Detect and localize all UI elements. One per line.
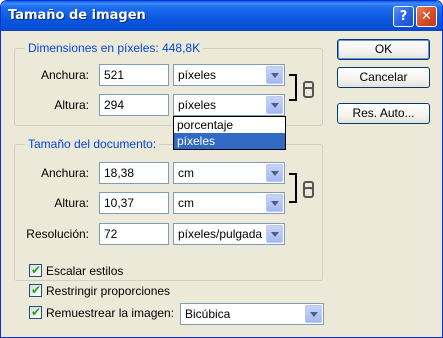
pixel-dimensions-legend: Dimensiones en píxeles: 448,8K xyxy=(25,41,204,55)
scale-styles-label: Escalar estilos xyxy=(46,264,124,278)
doc-height-label: Altura: xyxy=(54,196,89,210)
resample-checkbox[interactable]: ✔ Remuestrear la imagen: xyxy=(29,305,179,321)
pixel-height-unit-select[interactable]: píxeles xyxy=(173,94,285,116)
pixel-height-label: Altura: xyxy=(54,98,89,112)
checkmark-icon: ✔ xyxy=(31,283,42,297)
resample-method-select[interactable]: Bicúbica xyxy=(180,303,324,325)
doc-link-bracket xyxy=(289,173,297,203)
checkbox-box[interactable]: ✔ xyxy=(29,263,42,277)
pixel-width-label: Anchura: xyxy=(40,68,89,82)
checkmark-icon: ✔ xyxy=(31,263,42,277)
doc-width-label: Anchura: xyxy=(40,166,89,180)
chevron-down-icon[interactable] xyxy=(266,164,283,182)
pixel-link-bracket xyxy=(289,74,297,101)
checkbox-box[interactable]: ✔ xyxy=(29,283,42,297)
resolution-input[interactable]: 72 xyxy=(99,223,169,245)
resolution-label: Resolución: xyxy=(26,227,89,241)
doc-height-input[interactable]: 10,37 xyxy=(99,192,169,214)
chain-link-icon xyxy=(303,181,314,198)
doc-height-unit-value: cm xyxy=(178,196,194,210)
unit-dropdown-list[interactable]: porcentaje píxeles xyxy=(173,116,286,150)
pixel-height-input[interactable]: 294 xyxy=(99,94,169,116)
chevron-down-icon[interactable] xyxy=(305,305,322,323)
resample-label: Remuestrear la imagen: xyxy=(46,306,175,320)
chevron-down-icon[interactable] xyxy=(266,96,283,114)
close-button[interactable]: ✕ xyxy=(416,6,437,27)
doc-height-unit-select[interactable]: cm xyxy=(173,192,285,214)
chevron-down-icon[interactable] xyxy=(266,194,283,212)
doc-width-unit-value: cm xyxy=(178,166,194,180)
chevron-down-icon[interactable] xyxy=(266,225,283,243)
pixel-height-unit-value: píxeles xyxy=(178,98,217,112)
title-bar[interactable]: Tamaño de imagen ? ✕ xyxy=(1,1,442,31)
chain-link-icon xyxy=(303,81,314,98)
close-icon: ✕ xyxy=(421,9,432,24)
document-size-legend: Tamaño del documento: xyxy=(25,137,160,151)
dropdown-option-percent[interactable]: porcentaje xyxy=(174,117,285,133)
pixel-width-input[interactable]: 521 xyxy=(99,64,169,86)
resolution-unit-select[interactable]: píxeles/pulgada xyxy=(173,223,285,245)
dialog-title: Tamaño de imagen xyxy=(8,8,146,23)
doc-width-unit-select[interactable]: cm xyxy=(173,162,285,184)
auto-resolution-button[interactable]: Res. Auto... xyxy=(337,103,430,124)
constrain-proportions-label: Restringir proporciones xyxy=(46,284,171,298)
image-size-dialog: Tamaño de imagen ? ✕ Dimensiones en píxe… xyxy=(0,0,443,338)
resolution-unit-value: píxeles/pulgada xyxy=(178,227,263,241)
resample-method-value: Bicúbica xyxy=(185,307,231,321)
pixel-width-unit-value: píxeles xyxy=(178,68,217,82)
constrain-proportions-checkbox[interactable]: ✔ Restringir proporciones xyxy=(29,283,199,299)
scale-styles-checkbox[interactable]: ✔ Escalar estilos xyxy=(29,263,179,279)
cancel-button[interactable]: Cancelar xyxy=(337,67,430,88)
checkbox-box[interactable]: ✔ xyxy=(29,305,42,319)
chevron-down-icon[interactable] xyxy=(266,66,283,84)
checkmark-icon: ✔ xyxy=(31,305,42,319)
dropdown-option-pixels[interactable]: píxeles xyxy=(174,133,285,149)
doc-width-input[interactable]: 18,38 xyxy=(99,162,169,184)
help-icon: ? xyxy=(399,9,408,24)
help-button[interactable]: ? xyxy=(393,6,414,27)
ok-button[interactable]: OK xyxy=(337,39,430,60)
dialog-body: Dimensiones en píxeles: 448,8K Anchura: … xyxy=(4,31,439,336)
pixel-width-unit-select[interactable]: píxeles xyxy=(173,64,285,86)
